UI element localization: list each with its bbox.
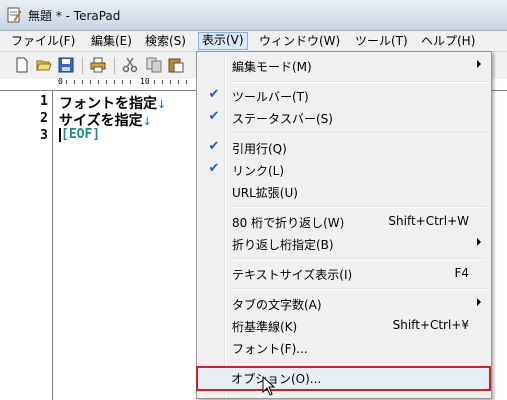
- menu-item-edit-mode[interactable]: 編集モード(M): [199, 54, 487, 76]
- menu-file[interactable]: ファイル(F): [8, 33, 78, 49]
- menu-item-link[interactable]: ✔ リンク(L): [199, 158, 487, 180]
- mouse-pointer-icon: [262, 376, 276, 396]
- open-folder-icon[interactable]: [36, 57, 52, 73]
- menu-item-column-guide[interactable]: 桁基準線(K) Shift+Ctrl+¥: [199, 314, 487, 336]
- check-icon: ✔: [208, 139, 220, 154]
- menu-item-text-size[interactable]: テキストサイズ表示(I) F4: [199, 262, 487, 284]
- line-number-gutter: 1 2 3: [0, 91, 53, 400]
- copy-icon[interactable]: [146, 57, 162, 73]
- shortcut-label: Shift+Ctrl+¥: [392, 318, 469, 332]
- ruler-label: 0: [58, 77, 63, 86]
- save-icon[interactable]: [58, 57, 74, 73]
- eof-marker: [EOF]: [59, 127, 101, 142]
- paste-icon[interactable]: [168, 57, 184, 73]
- shortcut-label: F4: [454, 266, 469, 280]
- menu-item-font[interactable]: フォント(F)...: [199, 336, 487, 358]
- cut-icon[interactable]: [122, 57, 138, 73]
- check-icon: ✔: [208, 109, 220, 124]
- window-title: 無題 * - TeraPad: [28, 9, 121, 23]
- view-menu-dropdown: 編集モード(M) ✔ ツールバー(T) ✔ ステータスバー(S) ✔ 引用行(Q…: [196, 51, 492, 399]
- line-number: 1: [40, 94, 48, 109]
- submenu-arrow-icon: [477, 298, 481, 306]
- title-bar[interactable]: 無題 * - TeraPad: [0, 0, 507, 31]
- newline-mark: ↓: [157, 98, 167, 111]
- menu-item-wrap-column[interactable]: 折り返し桁指定(B): [199, 232, 487, 254]
- menu-separator: [230, 81, 486, 83]
- menu-item-toolbar[interactable]: ✔ ツールバー(T): [199, 84, 487, 106]
- toolbar-separator: [82, 57, 83, 74]
- submenu-arrow-icon: [477, 60, 481, 68]
- toolbar-separator: [114, 57, 115, 74]
- ruler-label: 10: [140, 77, 150, 86]
- menu-item-options-label: オプション(O)...: [231, 372, 322, 386]
- menu-separator: [230, 362, 486, 364]
- check-icon: ✔: [208, 161, 220, 176]
- menu-item-tab-width[interactable]: タブの文字数(A): [199, 292, 487, 314]
- menu-item-wrap-80[interactable]: 80 桁で折り返し(W) Shift+Ctrl+W: [199, 210, 487, 232]
- newline-mark: ↓: [142, 115, 152, 128]
- menu-separator: [230, 132, 486, 134]
- menu-bar: ファイル(F) 編集(E) 検索(S) 表示(V) ウィンドウ(W) ツール(T…: [0, 31, 507, 52]
- menu-item-options[interactable]: オプション(O)...: [196, 366, 491, 391]
- terapad-app-icon: [7, 7, 22, 23]
- line-number: 2: [40, 111, 48, 126]
- check-icon: ✔: [208, 87, 220, 102]
- submenu-arrow-icon: [477, 238, 481, 246]
- menu-view[interactable]: 表示(V): [198, 32, 248, 50]
- menu-separator: [230, 288, 486, 290]
- menu-help[interactable]: ヘルプ(H): [418, 33, 478, 49]
- print-icon[interactable]: [90, 57, 106, 73]
- menu-window[interactable]: ウィンドウ(W): [256, 33, 343, 49]
- menu-edit[interactable]: 編集(E): [88, 33, 135, 49]
- menu-tools[interactable]: ツール(T): [352, 33, 411, 49]
- menu-search[interactable]: 検索(S): [142, 33, 189, 49]
- menu-item-statusbar[interactable]: ✔ ステータスバー(S): [199, 106, 487, 128]
- line-number: 3: [40, 128, 48, 143]
- menu-separator: [230, 206, 486, 208]
- shortcut-label: Shift+Ctrl+W: [388, 214, 469, 228]
- menu-separator: [230, 258, 486, 260]
- menu-item-url-extension[interactable]: URL拡張(U): [199, 180, 487, 202]
- menu-item-quote-line[interactable]: ✔ 引用行(Q): [199, 136, 487, 158]
- new-file-icon[interactable]: [14, 57, 30, 73]
